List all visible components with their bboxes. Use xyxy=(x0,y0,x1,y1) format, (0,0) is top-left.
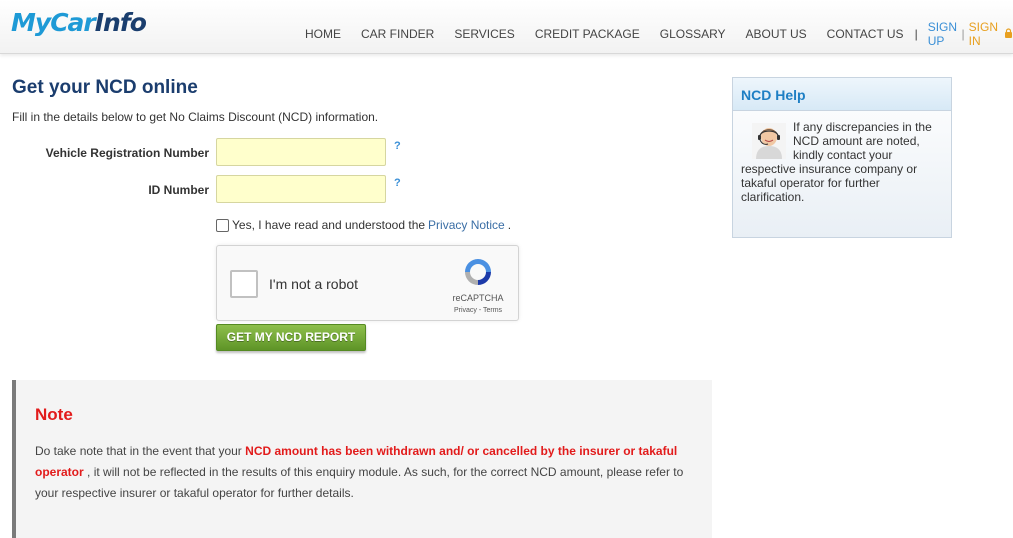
nav-glossary[interactable]: GLOSSARY xyxy=(660,27,726,41)
recaptcha-widget: I'm not a robot reCAPTCHA Privacy - Term… xyxy=(216,245,519,321)
page-title: Get your NCD online xyxy=(12,77,198,98)
ncd-help-header: NCD Help xyxy=(733,78,951,111)
privacy-consent-checkbox[interactable] xyxy=(216,218,229,232)
privacy-consent-end: . xyxy=(507,218,512,232)
recaptcha-links[interactable]: Privacy - Terms xyxy=(435,307,521,314)
auth-divider: | xyxy=(961,27,965,41)
page-intro: Fill in the details below to get No Clai… xyxy=(12,110,379,124)
ncd-help-title: NCD Help xyxy=(741,87,806,103)
logo-info: Info xyxy=(94,8,147,37)
privacy-consent: Yes, I have read and understood the Priv… xyxy=(216,218,511,232)
sign-up-link[interactable]: SIGN UP xyxy=(928,20,958,48)
note-text-before: Do take note that in the event that your xyxy=(35,444,242,458)
id-number-help-icon[interactable]: ? xyxy=(394,177,401,189)
nav-contact-us[interactable]: CONTACT US xyxy=(827,27,904,41)
sign-in-link[interactable]: SIGN IN xyxy=(969,20,998,48)
vehicle-registration-label: Vehicle Registration Number xyxy=(45,146,209,160)
get-ncd-report-button[interactable]: GET MY NCD REPORT xyxy=(216,324,366,351)
nav-home[interactable]: HOME xyxy=(305,27,341,41)
note-title: Note xyxy=(35,405,73,424)
recaptcha-brand: reCAPTCHA xyxy=(452,293,504,303)
site-header: MyCarInfo HOME CAR FINDER SERVICES CREDI… xyxy=(0,0,1013,54)
privacy-notice-link[interactable]: Privacy Notice xyxy=(428,218,505,232)
note-text: Do take note that in the event that your… xyxy=(35,441,700,504)
nav-services[interactable]: SERVICES xyxy=(454,27,514,41)
main-nav: HOME CAR FINDER SERVICES CREDIT PACKAGE … xyxy=(305,20,1013,48)
ncd-help-panel: NCD Help If any discrepancies in the NCD… xyxy=(732,77,952,238)
logo-car: Car xyxy=(50,8,96,37)
nav-about-us[interactable]: ABOUT US xyxy=(746,27,807,41)
nav-car-finder[interactable]: CAR FINDER xyxy=(361,27,434,41)
nav-credit-package[interactable]: CREDIT PACKAGE xyxy=(535,27,640,41)
recaptcha-checkbox[interactable] xyxy=(230,270,258,298)
site-logo[interactable]: MyCarInfo xyxy=(11,8,147,37)
nav-separator: | xyxy=(914,27,918,41)
note-box: Note Do take note that in the event that… xyxy=(12,380,712,538)
lock-icon xyxy=(1004,27,1013,41)
vehicle-registration-help-icon[interactable]: ? xyxy=(394,140,401,152)
id-number-label: ID Number xyxy=(148,183,209,197)
ncd-help-text: If any discrepancies in the NCD amount a… xyxy=(741,120,946,204)
recaptcha-logo-icon xyxy=(465,259,491,285)
id-number-input[interactable] xyxy=(216,175,386,203)
logo-my: My xyxy=(11,8,51,37)
recaptcha-label: I'm not a robot xyxy=(269,276,359,292)
vehicle-registration-input[interactable] xyxy=(216,138,386,166)
privacy-consent-text: Yes, I have read and understood the xyxy=(232,218,426,232)
note-text-after: , it will not be reflected in the result… xyxy=(35,465,684,500)
